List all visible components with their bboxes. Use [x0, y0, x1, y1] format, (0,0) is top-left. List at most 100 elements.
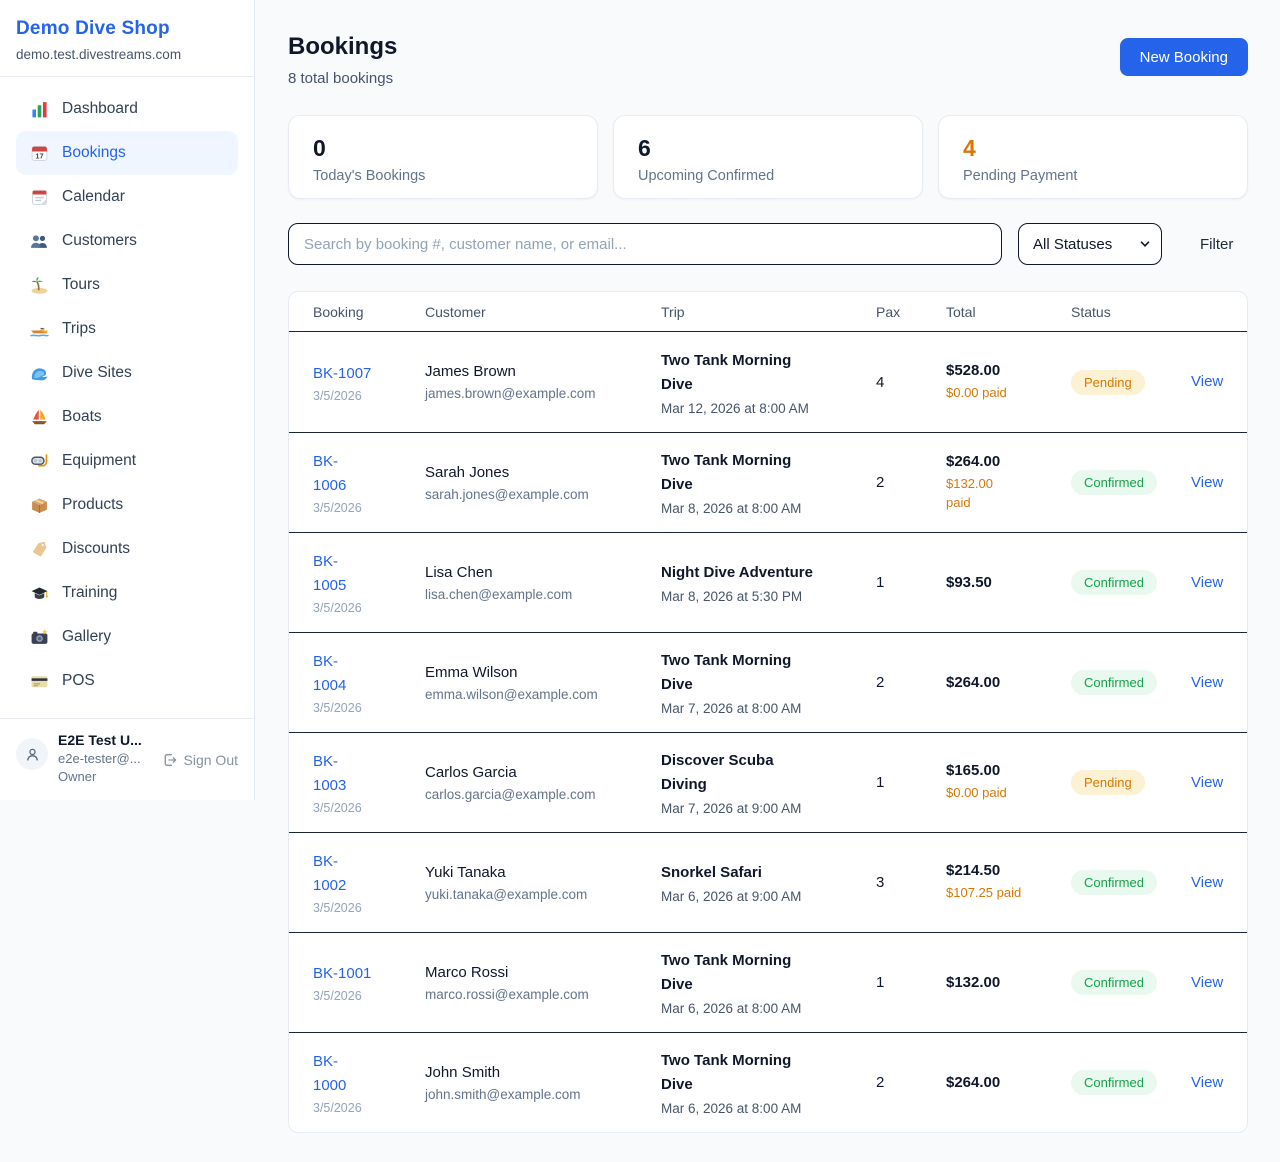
tear-off-calendar-icon: [30, 188, 49, 207]
sidebar-item-label: Gallery: [62, 628, 111, 646]
view-link[interactable]: View: [1191, 774, 1223, 791]
col-header-total: Total: [946, 304, 1071, 320]
trip-name: Two Tank Morning Dive: [661, 1049, 876, 1097]
total-amount: $264.00: [946, 453, 1071, 470]
view-link[interactable]: View: [1191, 574, 1223, 591]
sidebar-item-label: Calendar: [62, 188, 125, 206]
booking-cell: BK-1001 3/5/2026: [313, 962, 425, 1003]
trip-date: Mar 6, 2026 at 8:00 AM: [661, 1101, 876, 1116]
status-badge: Confirmed: [1071, 570, 1157, 595]
view-link[interactable]: View: [1191, 373, 1223, 390]
status-filter-select[interactable]: All Statuses: [1018, 223, 1162, 265]
sidebar-item[interactable]: Gallery: [16, 615, 238, 659]
sidebar-nav: Dashboard 17 Bookings Calendar Customers…: [0, 77, 254, 718]
filter-button[interactable]: Filter: [1196, 230, 1237, 259]
col-header-trip: Trip: [661, 304, 876, 320]
booking-cell: BK- 1003 3/5/2026: [313, 750, 425, 815]
person-icon: [24, 746, 41, 763]
booking-id-link[interactable]: BK- 1003: [313, 750, 346, 798]
page-header: Bookings 8 total bookings New Booking: [288, 33, 1248, 87]
view-link[interactable]: View: [1191, 674, 1223, 691]
view-link[interactable]: View: [1191, 474, 1223, 491]
pax-cell: 4: [876, 374, 946, 391]
total-cell: $528.00 $0.00 paid: [946, 362, 1071, 403]
status-badge: Confirmed: [1071, 470, 1157, 495]
total-cell: $132.00: [946, 974, 1071, 991]
filter-row: All Statuses Filter: [288, 223, 1248, 265]
customer-email: yuki.tanaka@example.com: [425, 887, 661, 902]
customer-email: sarah.jones@example.com: [425, 487, 661, 502]
booking-id-link[interactable]: BK- 1002: [313, 850, 346, 898]
col-header-booking: Booking: [313, 304, 425, 320]
trip-name: Two Tank Morning Dive: [661, 949, 876, 997]
total-cell: $264.00: [946, 1074, 1071, 1091]
customer-name: Marco Rossi: [425, 964, 661, 981]
view-link[interactable]: View: [1191, 974, 1223, 991]
table-row: BK- 1006 3/5/2026 Sarah Jones sarah.jone…: [289, 432, 1247, 532]
trip-date: Mar 8, 2026 at 8:00 AM: [661, 501, 876, 516]
avatar: [16, 738, 48, 770]
booking-cell: BK- 1006 3/5/2026: [313, 450, 425, 515]
label-tag-icon: [30, 540, 49, 559]
table-row: BK-1007 3/5/2026 James Brown james.brown…: [289, 332, 1247, 432]
booking-date: 3/5/2026: [313, 901, 425, 915]
view-link[interactable]: View: [1191, 1074, 1223, 1091]
search-input[interactable]: [288, 223, 1002, 265]
sidebar-item[interactable]: Dashboard: [16, 87, 238, 131]
pax-cell: 2: [876, 474, 946, 491]
booking-id-link[interactable]: BK- 1000: [313, 1050, 346, 1098]
booking-id-link[interactable]: BK- 1004: [313, 650, 346, 698]
pax-cell: 3: [876, 874, 946, 891]
sidebar-item-label: Discounts: [62, 540, 130, 558]
sidebar-item[interactable]: Tours: [16, 263, 238, 307]
people-icon: [30, 232, 49, 251]
status-cell: Confirmed: [1071, 1070, 1191, 1095]
sidebar-item[interactable]: Customers: [16, 219, 238, 263]
user-role: Owner: [58, 769, 152, 784]
status-cell: Confirmed: [1071, 670, 1191, 695]
pax-cell: 2: [876, 674, 946, 691]
sidebar-item[interactable]: Training: [16, 571, 238, 615]
booking-id-link[interactable]: BK-1007: [313, 362, 371, 386]
total-amount: $264.00: [946, 674, 1071, 691]
new-booking-button[interactable]: New Booking: [1120, 38, 1248, 76]
brand: Demo Dive Shop demo.test.divestreams.com: [0, 0, 254, 77]
trip-name: Two Tank Morning Dive: [661, 649, 876, 697]
sidebar-item-label: Products: [62, 496, 123, 514]
trip-cell: Snorkel Safari Mar 6, 2026 at 9:00 AM: [661, 861, 876, 904]
booking-id-link[interactable]: BK- 1005: [313, 550, 346, 598]
customer-cell: Marco Rossi marco.rossi@example.com: [425, 964, 661, 1002]
status-badge: Pending: [1071, 370, 1145, 395]
stat-value: 4: [963, 135, 1223, 162]
sidebar-item[interactable]: POS: [16, 659, 238, 703]
actions-cell: View: [1191, 974, 1223, 992]
svg-text:17: 17: [35, 151, 43, 160]
total-cell: $264.00: [946, 674, 1071, 691]
sidebar-item[interactable]: Dive Sites: [16, 351, 238, 395]
sign-out-button[interactable]: Sign Out: [162, 752, 238, 768]
pax-cell: 1: [876, 774, 946, 791]
sidebar-item[interactable]: Products: [16, 483, 238, 527]
page-subtitle: 8 total bookings: [288, 70, 397, 87]
sidebar-item-label: POS: [62, 672, 95, 690]
booking-id-link[interactable]: BK-1001: [313, 962, 371, 986]
user-name: E2E Test U...: [58, 732, 152, 748]
customer-email: james.brown@example.com: [425, 386, 661, 401]
sidebar-item[interactable]: Discounts: [16, 527, 238, 571]
customer-email: john.smith@example.com: [425, 1087, 661, 1102]
brand-domain: demo.test.divestreams.com: [16, 47, 238, 62]
customer-email: marco.rossi@example.com: [425, 987, 661, 1002]
sidebar-item-label: Dashboard: [62, 100, 138, 118]
trip-cell: Two Tank Morning Dive Mar 7, 2026 at 8:0…: [661, 649, 876, 716]
sidebar-item[interactable]: Trips: [16, 307, 238, 351]
booking-id-link[interactable]: BK- 1006: [313, 450, 346, 498]
sidebar-item[interactable]: Equipment: [16, 439, 238, 483]
col-header-customer: Customer: [425, 304, 661, 320]
actions-cell: View: [1191, 574, 1223, 592]
customer-name: Sarah Jones: [425, 464, 661, 481]
sidebar-item[interactable]: Boats: [16, 395, 238, 439]
trip-cell: Night Dive Adventure Mar 8, 2026 at 5:30…: [661, 561, 876, 604]
sidebar-item[interactable]: Calendar: [16, 175, 238, 219]
sidebar-item[interactable]: 17 Bookings: [16, 131, 238, 175]
view-link[interactable]: View: [1191, 874, 1223, 891]
